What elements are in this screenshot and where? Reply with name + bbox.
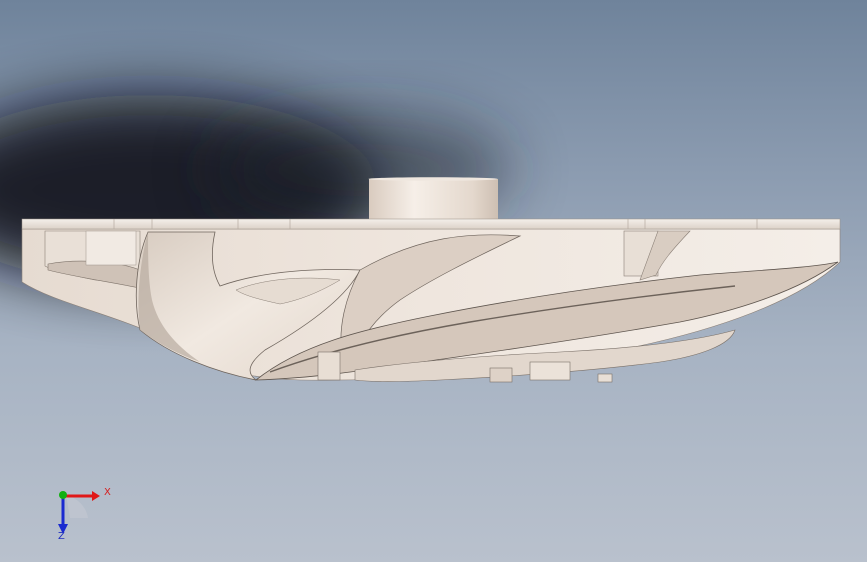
graphics-viewport[interactable]: X Z [0,0,867,562]
impeller-model[interactable] [0,0,867,562]
view-triad[interactable]: X Z [40,478,120,548]
triad-x-label: X [104,487,111,498]
triad-z-label: Z [58,531,65,542]
lower-lug-2 [489,367,513,383]
hub-boss[interactable] [368,177,499,221]
lower-lug-1 [317,351,341,381]
lower-lug-4 [597,373,613,383]
top-plate[interactable] [21,218,841,230]
left-vane-rib [85,230,137,266]
lower-lug-3 [529,361,571,381]
